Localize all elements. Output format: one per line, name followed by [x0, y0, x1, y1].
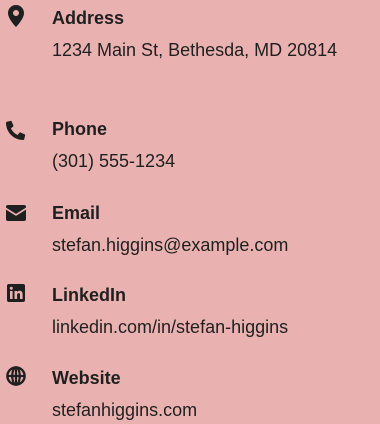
globe-icon: [5, 365, 27, 387]
website-label: Website: [52, 368, 121, 388]
envelope-icon: [5, 202, 27, 224]
address-label: Address: [52, 8, 125, 28]
linkedin-icon: [5, 282, 27, 304]
address-value: 1234 Main St, Bethesda, MD 20814: [52, 40, 338, 60]
phone-link[interactable]: (301) 555-1234: [52, 147, 378, 175]
email-link[interactable]: stefan.higgins@example.com: [52, 231, 378, 259]
phone-label: Phone: [52, 119, 108, 139]
website-link[interactable]: stefanhiggins.com: [52, 396, 378, 424]
email-label: Email: [52, 203, 101, 223]
contact-list: Address 1234 Main St, Bethesda, MD 20814…: [0, 0, 380, 420]
linkedin-label: LinkedIn: [52, 285, 127, 305]
linkedin-link[interactable]: linkedin.com/in/stefan-higgins: [52, 313, 378, 341]
phone-icon: [5, 119, 27, 141]
map-marker-icon: [5, 5, 27, 27]
